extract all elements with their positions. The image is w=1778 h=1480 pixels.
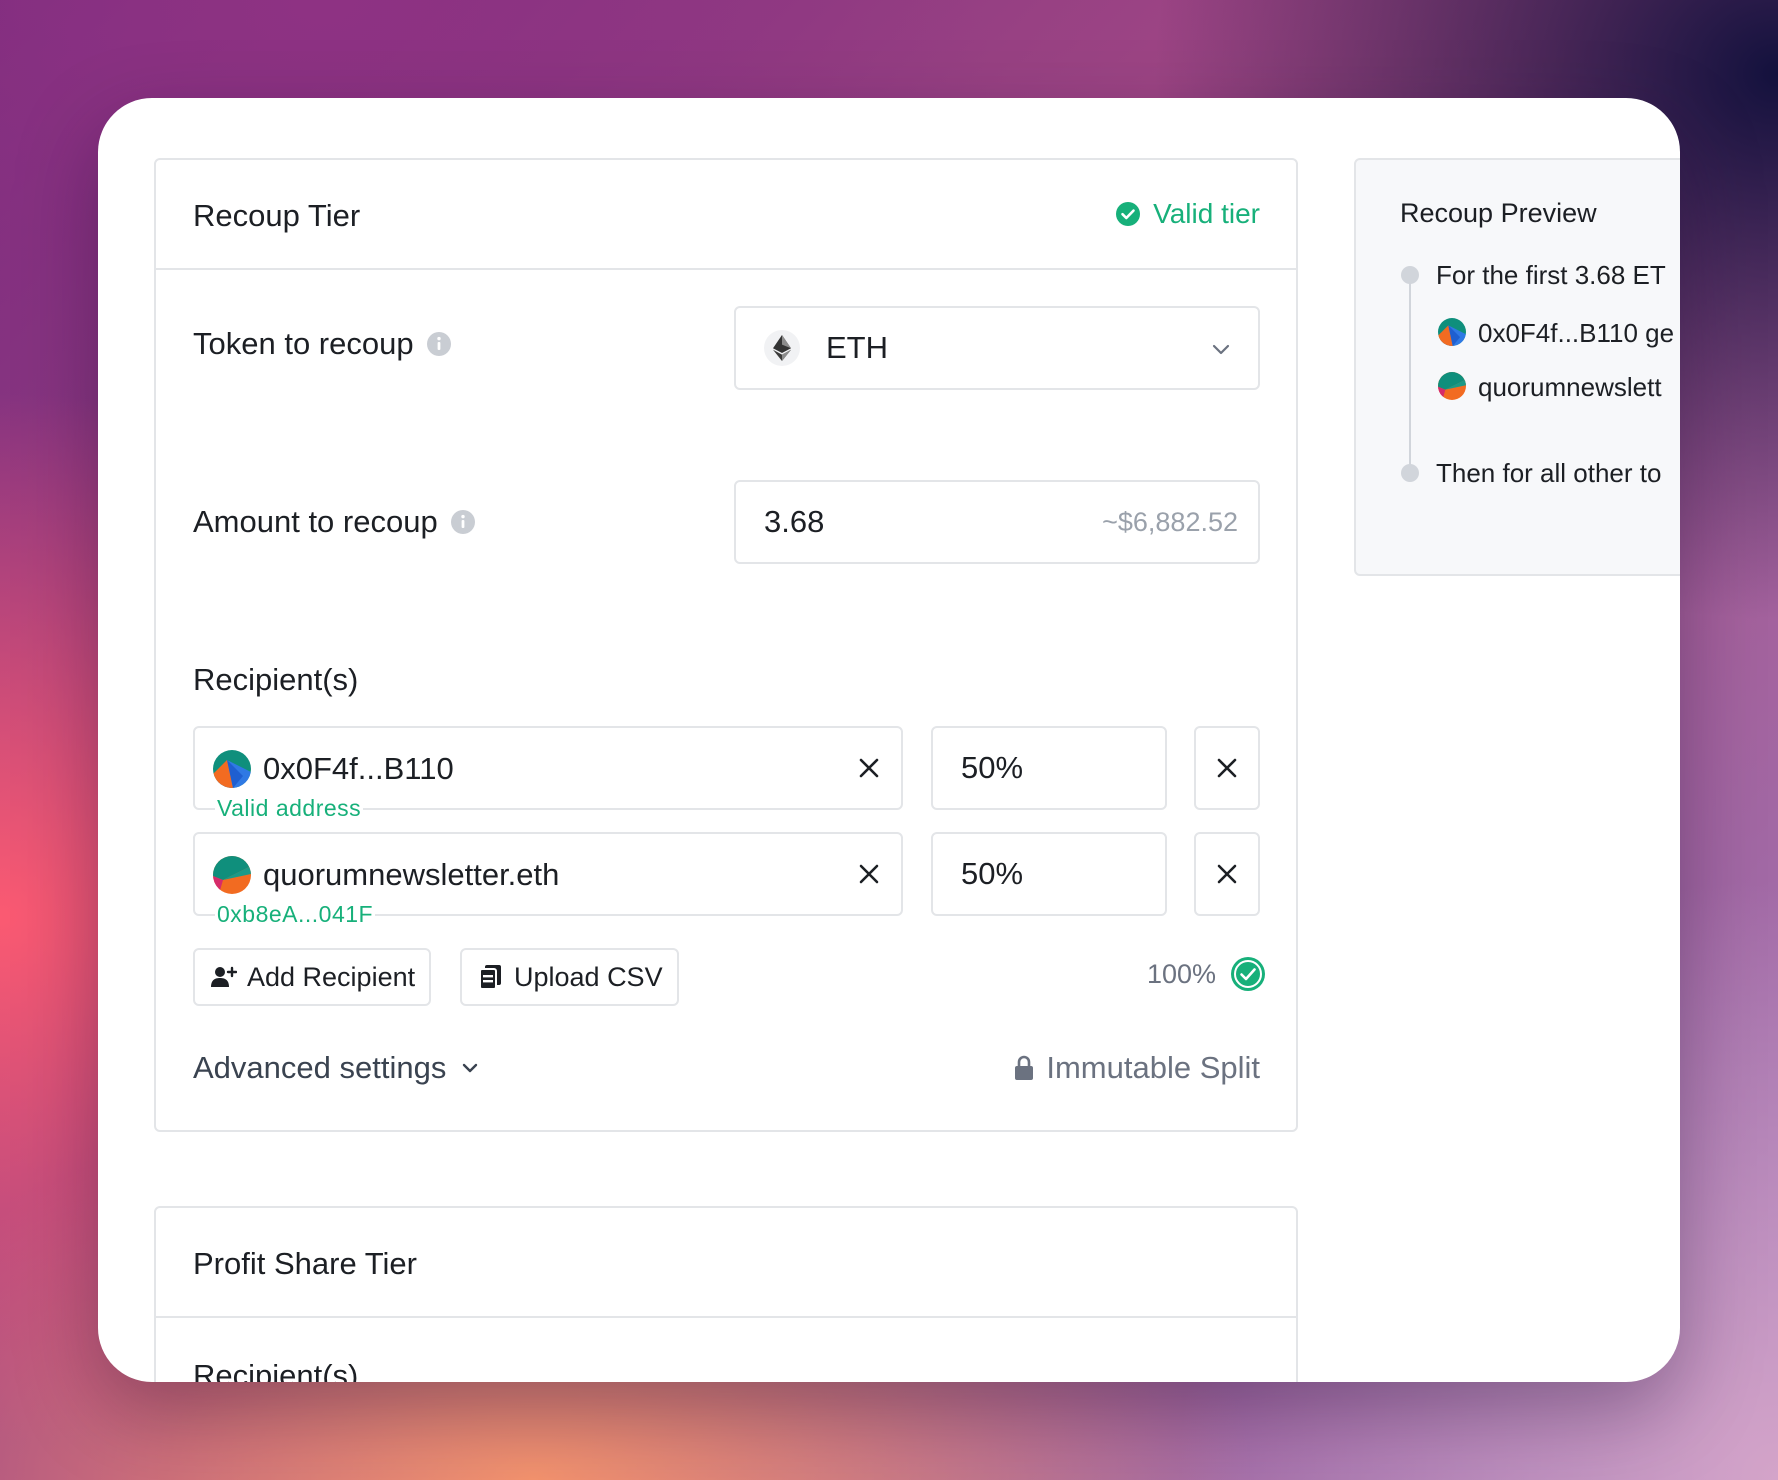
amount-label: Amount to recoup: [193, 504, 438, 539]
recoup-tier-header: Recoup Tier Valid tier: [156, 160, 1296, 270]
advanced-settings-label: Advanced settings: [193, 1050, 447, 1085]
amount-input-value: 3.68: [764, 504, 825, 539]
total-percent-value: 100%: [1146, 958, 1216, 989]
chevron-down-icon: [1212, 344, 1230, 355]
eth-icon: [764, 330, 800, 366]
timeline-dot: [1401, 266, 1419, 284]
recipient-address: 0x0F4f...B110: [263, 751, 454, 786]
close-icon[interactable]: [857, 862, 881, 886]
upload-csv-label: Upload CSV: [514, 961, 663, 992]
token-row-label: Token to recoup: [193, 326, 452, 362]
avatar: [1438, 318, 1466, 346]
info-icon[interactable]: [450, 509, 476, 535]
preview-then-line: Then for all other to: [1436, 458, 1662, 488]
close-icon: [1217, 758, 1237, 778]
add-recipient-button[interactable]: Add Recipient: [193, 948, 432, 1006]
chevron-down-icon: [463, 1063, 478, 1073]
amount-input[interactable]: 3.68 ~$6,882.52: [734, 480, 1260, 564]
add-recipient-label: Add Recipient: [247, 961, 416, 992]
file-upload-icon: [479, 965, 501, 990]
check-circle-icon: [1116, 202, 1141, 226]
recoup-tier-card: Recoup Tier Valid tier Token to recoup E…: [154, 158, 1298, 1132]
recoup-tier-title: Recoup Tier: [193, 198, 361, 233]
recipient-percent-input[interactable]: 50%: [931, 832, 1167, 916]
recipient-address-input[interactable]: quorumnewsletter.eth 0xb8eA...041F: [193, 832, 903, 928]
check-circle-icon: [1231, 957, 1265, 991]
add-user-icon: [211, 966, 237, 987]
profit-share-title: Profit Share Tier: [193, 1246, 417, 1281]
lock-icon: [1015, 1055, 1034, 1080]
preview-first-line: For the first 3.68 ET: [1436, 260, 1666, 290]
info-icon[interactable]: [426, 331, 452, 357]
profit-share-recipients-label: Recipient(s): [193, 1358, 359, 1382]
token-label: Token to recoup: [193, 326, 414, 361]
immutable-split-label: Immutable Split: [1046, 1050, 1260, 1085]
recipient-address-status: Valid address: [215, 795, 364, 822]
recipient-percent-input[interactable]: 50%: [931, 726, 1167, 810]
close-icon: [1217, 864, 1237, 884]
profit-share-tier-card: Profit Share Tier Recipient(s): [154, 1206, 1298, 1382]
total-percent: 100%: [1147, 956, 1266, 992]
immutable-split-indicator: Immutable Split: [1014, 1050, 1260, 1086]
token-select-value: ETH: [826, 330, 888, 365]
recipient-address: quorumnewsletter.eth: [263, 857, 560, 892]
avatar: [213, 750, 251, 788]
upload-csv-button[interactable]: Upload CSV: [460, 948, 679, 1006]
avatar: [1438, 372, 1466, 400]
amount-row-label: Amount to recoup: [193, 480, 476, 564]
advanced-settings-toggle[interactable]: Advanced settings: [193, 1050, 480, 1086]
app-window: Recoup Tier Valid tier Token to recoup E…: [98, 98, 1680, 1382]
remove-recipient-button[interactable]: [1194, 726, 1260, 810]
recipients-label: Recipient(s): [193, 662, 359, 697]
token-select[interactable]: ETH: [734, 306, 1260, 390]
preview-recipient: 0x0F4f...B110 ge: [1478, 318, 1675, 348]
recipient-resolved-address: 0xb8eA...041F: [215, 901, 376, 928]
timeline-line: [1409, 276, 1411, 476]
recipient-address-input[interactable]: 0x0F4f...B110 Valid address: [193, 726, 903, 822]
recoup-preview-panel: Recoup Preview For the first 3.68 ET 0x0…: [1354, 158, 1680, 576]
profit-share-header: Profit Share Tier: [156, 1208, 1296, 1318]
preview-recipient: quorumnewslett: [1478, 372, 1662, 402]
valid-tier-label: Valid tier: [1153, 198, 1260, 229]
timeline-dot: [1401, 464, 1419, 482]
valid-tier-status: Valid tier: [1115, 198, 1260, 230]
close-icon[interactable]: [857, 756, 881, 780]
preview-title: Recoup Preview: [1400, 198, 1597, 228]
avatar: [213, 856, 251, 894]
remove-recipient-button[interactable]: [1194, 832, 1260, 916]
amount-usd-value: ~$6,882.52: [1102, 506, 1238, 537]
